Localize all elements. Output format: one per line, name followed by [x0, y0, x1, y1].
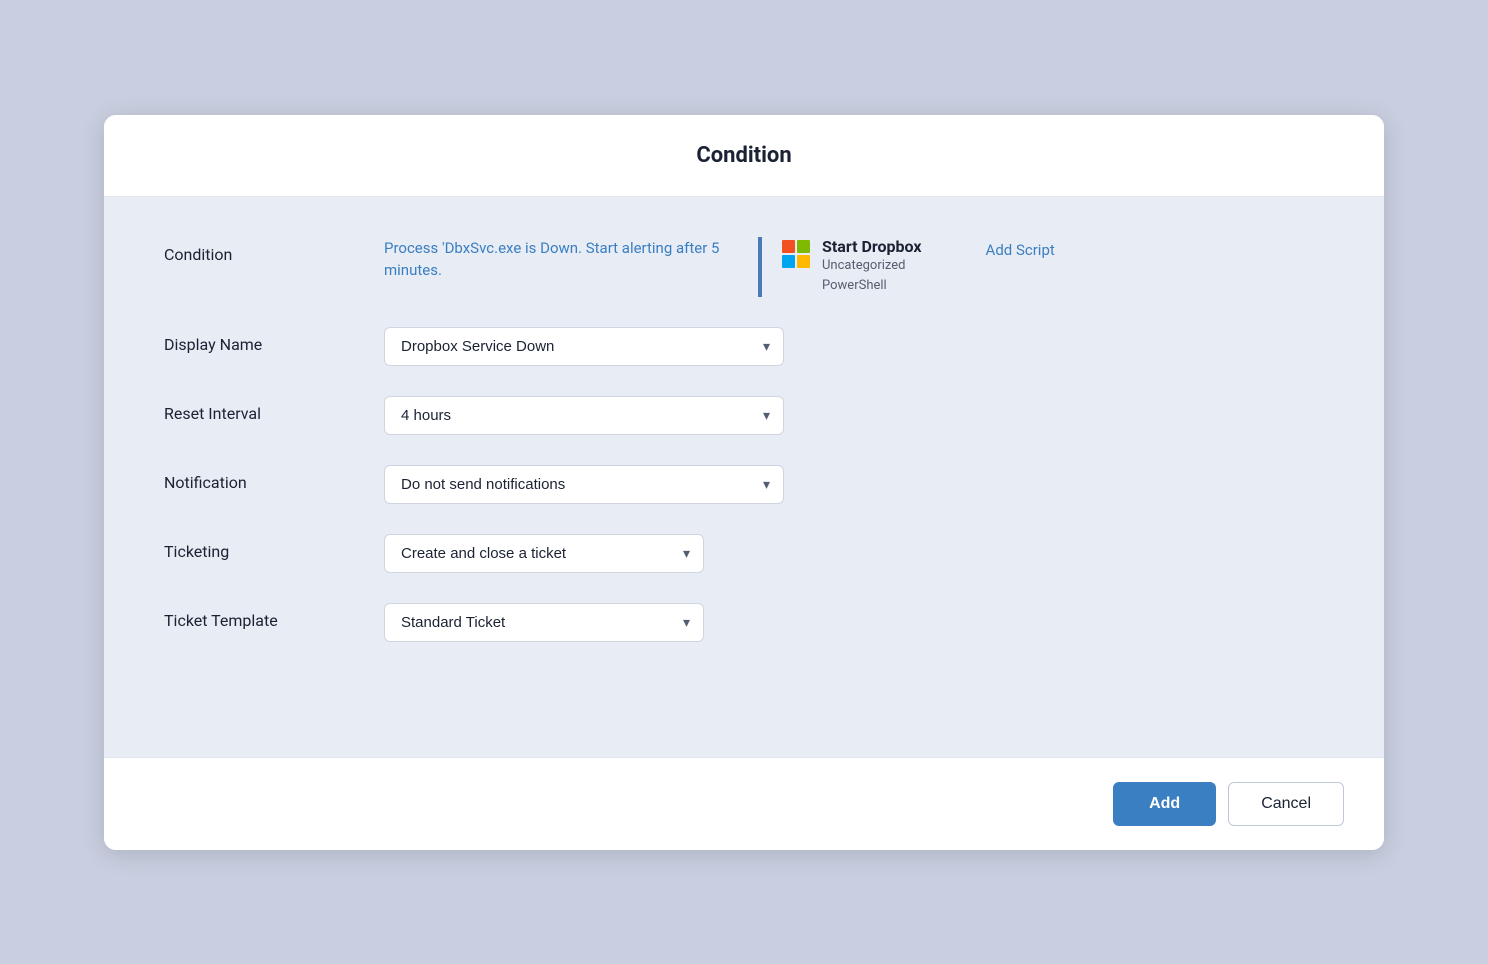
condition-label: Condition	[164, 237, 384, 264]
ticket-template-select-wrapper: Standard Ticket Custom Template ▾	[384, 603, 704, 642]
script-category: Uncategorized	[822, 256, 922, 277]
condition-modal: Condition Condition Process 'DbxSvc.exe …	[104, 115, 1384, 850]
notification-label: Notification	[164, 465, 384, 492]
condition-row: Condition Process 'DbxSvc.exe is Down. S…	[164, 237, 1324, 298]
script-info: Start Dropbox Uncategorized PowerShell	[758, 237, 922, 298]
reset-interval-label: Reset Interval	[164, 396, 384, 423]
condition-content: Process 'DbxSvc.exe is Down. Start alert…	[384, 237, 1324, 298]
reset-interval-select-wrapper: 4 hours 1 hour 8 hours 24 hours ▾	[384, 396, 784, 435]
ticket-template-row: Ticket Template Standard Ticket Custom T…	[164, 603, 1324, 642]
notification-select[interactable]: Do not send notifications Send email Sen…	[384, 465, 784, 504]
ticketing-select-wrapper: Create and close a ticket Create ticket …	[384, 534, 704, 573]
ticketing-row: Ticketing Create and close a ticket Crea…	[164, 534, 1324, 573]
condition-text: Process 'DbxSvc.exe is Down. Start alert…	[384, 237, 724, 282]
add-script-link[interactable]: Add Script	[986, 237, 1055, 259]
display-name-label: Display Name	[164, 327, 384, 354]
modal-title: Condition	[144, 143, 1344, 168]
display-name-select-wrapper: Dropbox Service Down ▾	[384, 327, 784, 366]
reset-interval-row: Reset Interval 4 hours 1 hour 8 hours 24…	[164, 396, 1324, 435]
ticketing-select[interactable]: Create and close a ticket Create ticket …	[384, 534, 704, 573]
script-name: Start Dropbox	[822, 237, 922, 256]
reset-interval-select[interactable]: 4 hours 1 hour 8 hours 24 hours	[384, 396, 784, 435]
modal-footer: Add Cancel	[104, 757, 1384, 850]
reset-interval-content: 4 hours 1 hour 8 hours 24 hours ▾	[384, 396, 1324, 435]
display-name-content: Dropbox Service Down ▾	[384, 327, 1324, 366]
modal-body: Condition Process 'DbxSvc.exe is Down. S…	[104, 197, 1384, 757]
cancel-button[interactable]: Cancel	[1228, 782, 1344, 826]
notification-content: Do not send notifications Send email Sen…	[384, 465, 1324, 504]
notification-select-wrapper: Do not send notifications Send email Sen…	[384, 465, 784, 504]
windows-logo-icon	[782, 240, 810, 268]
script-details: Start Dropbox Uncategorized PowerShell	[822, 237, 922, 298]
script-type: PowerShell	[822, 276, 922, 297]
display-name-row: Display Name Dropbox Service Down ▾	[164, 327, 1324, 366]
ticket-template-content: Standard Ticket Custom Template ▾	[384, 603, 1324, 642]
ticket-template-select[interactable]: Standard Ticket Custom Template	[384, 603, 704, 642]
modal-header: Condition	[104, 115, 1384, 197]
add-button[interactable]: Add	[1113, 782, 1216, 826]
ticketing-content: Create and close a ticket Create ticket …	[384, 534, 1324, 573]
ticket-template-label: Ticket Template	[164, 603, 384, 630]
display-name-select[interactable]: Dropbox Service Down	[384, 327, 784, 366]
ticketing-label: Ticketing	[164, 534, 384, 561]
notification-row: Notification Do not send notifications S…	[164, 465, 1324, 504]
